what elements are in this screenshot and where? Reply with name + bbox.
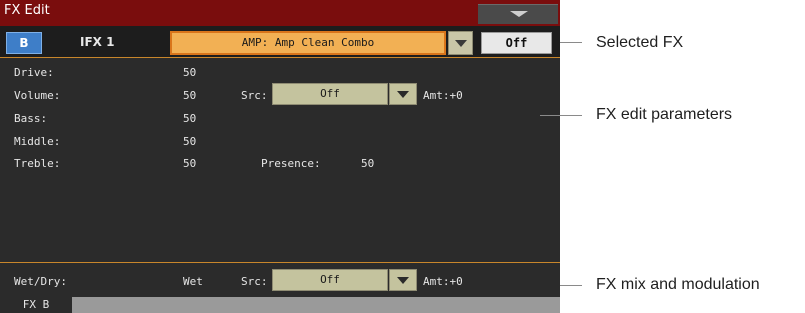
ifx-label: IFX 1 bbox=[80, 35, 115, 49]
param-bass-label: Bass: bbox=[14, 112, 48, 125]
fx-type-dropdown-button[interactable] bbox=[448, 31, 473, 55]
callout-fx-edit-parameters: FX edit parameters bbox=[596, 106, 733, 123]
volume-src-dropdown-button[interactable] bbox=[389, 83, 417, 105]
callout-line-selected-fx bbox=[560, 42, 582, 43]
dropdown-arrow-icon bbox=[397, 277, 409, 284]
param-treble-label: Treble: bbox=[14, 157, 61, 170]
dropdown-arrow-icon bbox=[455, 40, 467, 47]
param-middle-label: Middle: bbox=[14, 135, 61, 148]
callout-line-fx-mix-and-modulation bbox=[560, 285, 582, 286]
callout-line-fx-edit-parameters bbox=[540, 115, 582, 116]
fx-edit-screen: FX Edit B IFX 1 AMP: Amp Clean Combo Off… bbox=[0, 0, 560, 313]
title-bar: FX Edit bbox=[0, 0, 560, 26]
param-volume-label: Volume: bbox=[14, 89, 61, 102]
tab-fx-b[interactable]: FX B bbox=[0, 297, 72, 313]
fx-slot-button[interactable]: B bbox=[6, 32, 42, 54]
volume-src-label: Src: bbox=[241, 89, 268, 102]
wet-dry-value[interactable]: Wet bbox=[183, 275, 203, 288]
chevron-down-icon bbox=[510, 11, 528, 17]
param-volume-value[interactable]: 50 bbox=[183, 89, 196, 102]
fx-type-select[interactable]: AMP: Amp Clean Combo bbox=[170, 31, 446, 55]
fx-header: B IFX 1 AMP: Amp Clean Combo Off bbox=[0, 26, 560, 58]
mix-amt-value[interactable]: Amt:+0 bbox=[423, 275, 463, 288]
param-presence-label: Presence: bbox=[261, 157, 321, 170]
page-title: FX Edit bbox=[4, 3, 50, 18]
mix-src-label: Src: bbox=[241, 275, 268, 288]
wet-dry-label: Wet/Dry: bbox=[14, 275, 67, 288]
param-bass-value[interactable]: 50 bbox=[183, 112, 196, 125]
dropdown-arrow-icon bbox=[397, 91, 409, 98]
callout-selected-fx: Selected FX bbox=[596, 34, 684, 51]
volume-amt-value[interactable]: Amt:+0 bbox=[423, 89, 463, 102]
callout-fx-mix-and-modulation: FX mix and modulation bbox=[596, 276, 760, 293]
mix-divider bbox=[0, 262, 560, 263]
mix-src-select[interactable]: Off bbox=[272, 269, 388, 291]
mix-src-dropdown-button[interactable] bbox=[389, 269, 417, 291]
page-menu-button[interactable] bbox=[478, 4, 558, 24]
param-middle-value[interactable]: 50 bbox=[183, 135, 196, 148]
param-treble-value[interactable]: 50 bbox=[183, 157, 196, 170]
param-drive-value[interactable]: 50 bbox=[183, 66, 196, 79]
fx-off-button[interactable]: Off bbox=[481, 32, 552, 54]
param-presence-value[interactable]: 50 bbox=[361, 157, 374, 170]
tab-bar bbox=[0, 297, 560, 313]
volume-src-select[interactable]: Off bbox=[272, 83, 388, 105]
param-drive-label: Drive: bbox=[14, 66, 54, 79]
